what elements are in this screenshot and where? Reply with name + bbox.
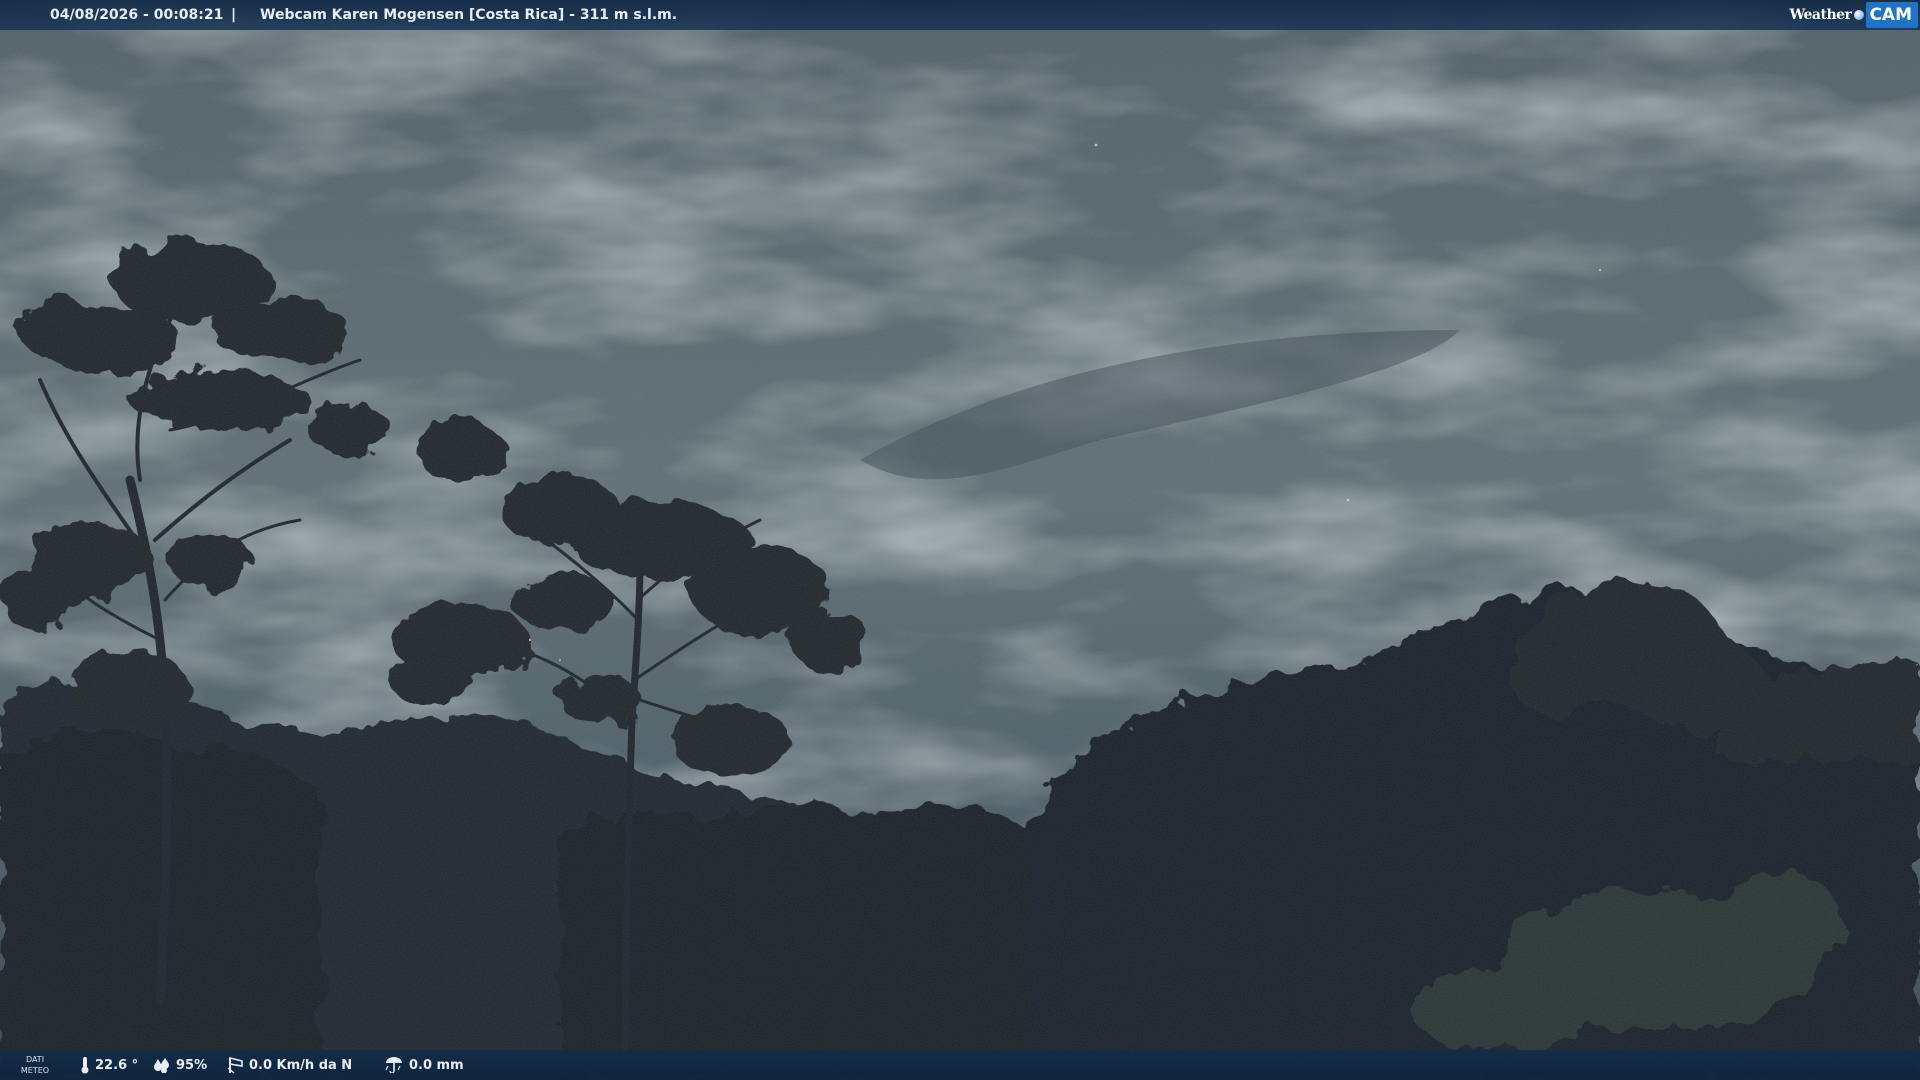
webcam-frame: 04/08/2026 - 00:08:21 | Webcam Karen Mog… (0, 0, 1920, 1080)
weather-data-bar: DATI METEO 22.6 ° 95% 0.0 Km/h da N 0.0 … (0, 1050, 1920, 1080)
logo-cam-text: CAM (1866, 2, 1918, 28)
logo-weather-text: Weather (1789, 7, 1852, 23)
header-separator: | (231, 7, 237, 23)
webcam-title: Webcam Karen Mogensen [Costa Rica] - 311… (260, 7, 678, 23)
rain-gauge-icon (384, 1057, 404, 1073)
wind-metric: 0.0 Km/h da N (226, 1050, 352, 1080)
capture-datetime: 04/08/2026 - 00:08:21 (50, 7, 224, 23)
rain-metric: 0.0 mm (384, 1050, 464, 1080)
temperature-metric: 22.6 ° (80, 1050, 138, 1080)
dati-meteo-label: DATI METEO (18, 1054, 52, 1076)
rain-value: 0.0 mm (409, 1057, 464, 1073)
humidity-metric: 95% (153, 1050, 207, 1080)
webcam-image (0, 0, 1920, 1080)
weathercam-logo: Weather CAM (1789, 0, 1920, 30)
humidity-value: 95% (176, 1057, 208, 1073)
dati-label-line-2: METEO (20, 1066, 50, 1075)
logo-dot-icon (1854, 10, 1865, 20)
dati-label-line-1: DATI (25, 1055, 45, 1064)
top-info-bar: 04/08/2026 - 00:08:21 | Webcam Karen Mog… (0, 0, 1920, 30)
thermometer-icon (80, 1056, 90, 1074)
temperature-value: 22.6 ° (95, 1057, 139, 1073)
droplets-icon (153, 1057, 171, 1073)
wind-value: 0.0 Km/h da N (249, 1057, 353, 1073)
wind-icon (226, 1056, 244, 1074)
